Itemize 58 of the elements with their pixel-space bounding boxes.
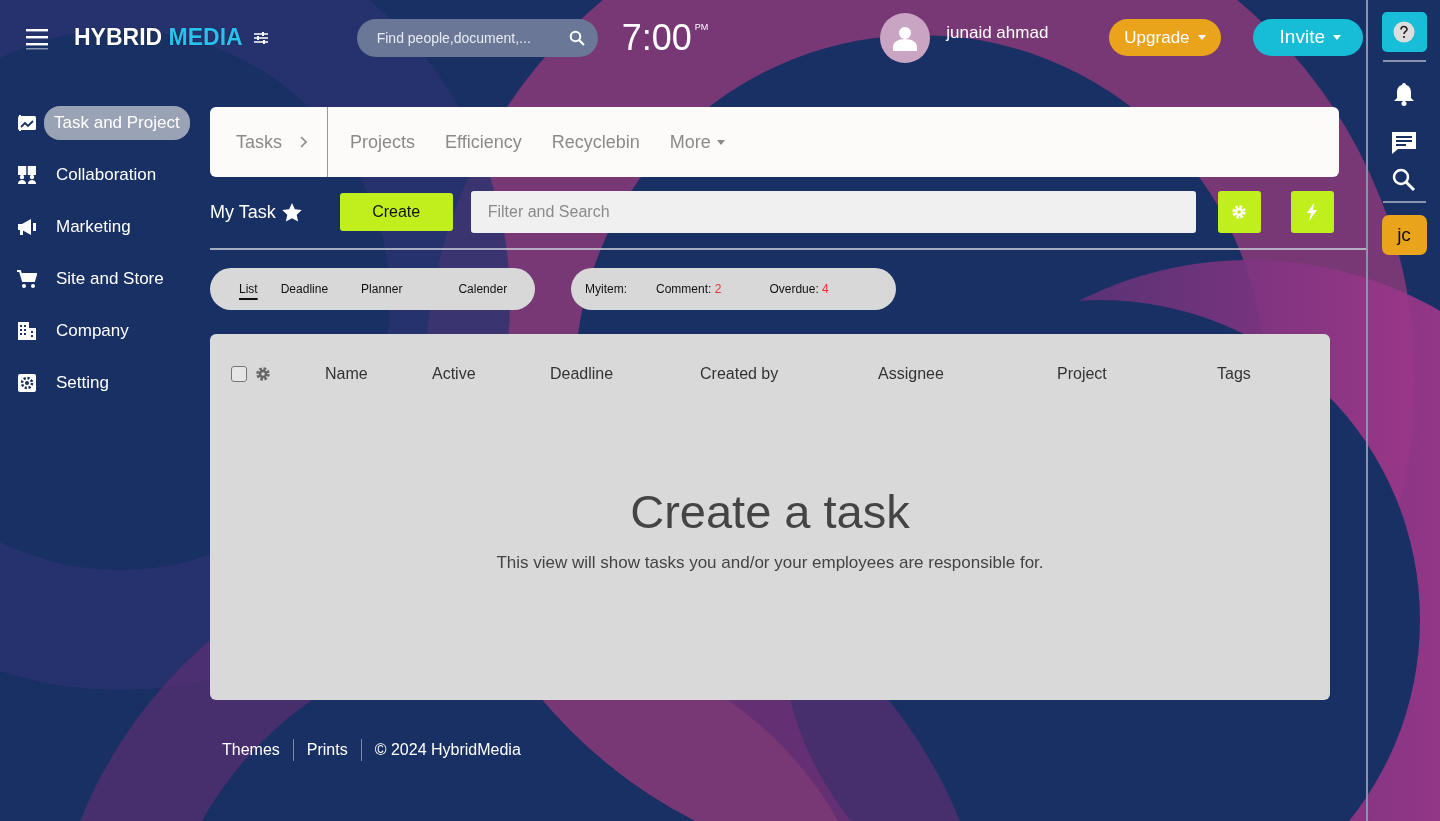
- lightning-icon: [1306, 203, 1319, 221]
- column-header[interactable]: Project: [1057, 362, 1217, 386]
- caret-icon: [1197, 35, 1206, 40]
- user-name: junaid ahmad: [946, 21, 1049, 44]
- chat-icon[interactable]: [1391, 131, 1417, 155]
- sliders-icon[interactable]: [252, 30, 269, 45]
- sidebar-item[interactable]: Marketing: [17, 211, 210, 243]
- bolt-button[interactable]: [1290, 191, 1334, 233]
- filter-field[interactable]: Filter and Search: [470, 191, 1196, 233]
- sidebar-item[interactable]: Site and Store: [17, 263, 210, 295]
- clock-period: PM: [694, 22, 709, 32]
- megaphone-icon: [17, 217, 37, 237]
- page-title: My Task: [210, 200, 276, 224]
- bell-icon[interactable]: [1393, 82, 1415, 106]
- counter: Myitem:: [585, 281, 627, 298]
- building-icon: [17, 321, 37, 341]
- question-icon: [1393, 21, 1415, 43]
- sidebar-item[interactable]: Collaboration: [17, 159, 210, 191]
- caret-icon: [1333, 35, 1341, 40]
- gear-icon[interactable]: [255, 366, 271, 382]
- sidebar-item[interactable]: Setting: [17, 367, 210, 399]
- select-all-checkbox[interactable]: [231, 366, 247, 382]
- help-button[interactable]: [1381, 12, 1427, 52]
- column-header[interactable]: Tags: [1217, 362, 1297, 386]
- logo: HYBRID MEDIA: [74, 23, 243, 53]
- gear-icon: [17, 373, 37, 393]
- search-icon: [568, 29, 585, 46]
- column-header[interactable]: Name: [325, 362, 432, 386]
- caret-icon: [716, 139, 725, 145]
- footer-link[interactable]: Themes: [222, 738, 280, 762]
- empty-state-text: This view will show tasks you and/or your employees are responsible for.: [496, 551, 1044, 574]
- view-tab[interactable]: Planner: [361, 280, 403, 298]
- column-header[interactable]: Active: [432, 362, 550, 386]
- sidebar-item[interactable]: Company: [17, 315, 210, 347]
- view-tab[interactable]: Deadline: [280, 280, 329, 298]
- view-tab[interactable]: Calender: [458, 280, 508, 298]
- people-board-icon: [17, 165, 37, 185]
- search-field[interactable]: Find people,document,...: [356, 18, 598, 57]
- cart-icon: [17, 269, 37, 289]
- star-icon[interactable]: [281, 202, 302, 222]
- gear-icon: [1231, 204, 1248, 220]
- copyright-text: © 2024 HybridMedia: [374, 740, 521, 760]
- chevron-icon: [300, 136, 307, 148]
- footer-link[interactable]: Prints: [306, 738, 348, 762]
- chart-icon: [17, 113, 37, 133]
- counter: Comment: 2: [656, 281, 722, 298]
- create-button[interactable]: Create: [339, 193, 453, 231]
- column-header[interactable]: Deadline: [550, 362, 700, 386]
- counter: Overdue: 4: [769, 281, 829, 298]
- user-initials-avatar[interactable]: jc: [1381, 215, 1427, 255]
- settings-button[interactable]: [1217, 191, 1261, 233]
- empty-state-title: Create a task: [630, 486, 910, 538]
- column-header[interactable]: Created by: [700, 362, 878, 386]
- view-tab[interactable]: List: [239, 280, 258, 298]
- column-header[interactable]: Assignee: [878, 362, 1057, 386]
- user-silhouette-icon: [892, 24, 919, 51]
- clock-time: 7:00: [621, 19, 692, 56]
- search-icon[interactable]: [1392, 168, 1416, 192]
